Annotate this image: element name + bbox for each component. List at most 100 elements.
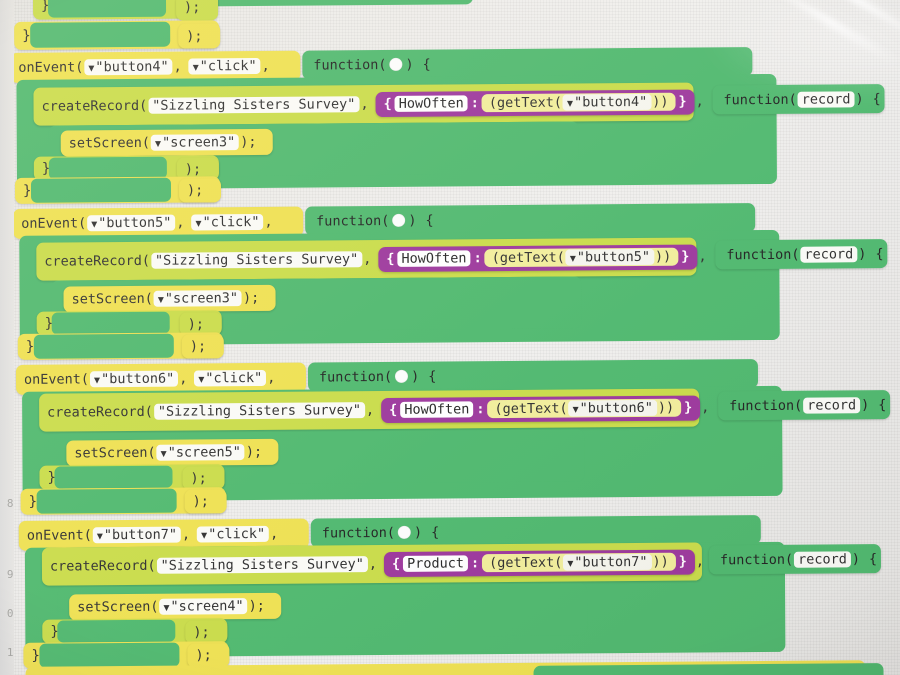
open-brace: {	[875, 245, 884, 262]
record-value-expression[interactable]: (getText( ▼"button4" ))	[481, 92, 676, 113]
onEvent-close-call-button7[interactable]: );	[187, 643, 230, 668]
onEvent-target-dropdown[interactable]: ▼"button5"	[87, 214, 176, 232]
close-call-text: );	[190, 469, 207, 487]
onEvent-event-dropdown[interactable]: ▼"click"	[194, 369, 267, 387]
top-partial-inner-slab[interactable]	[47, 0, 167, 18]
createRecord-row-button7[interactable]: createRecord( "Sizzling Sisters Survey" …	[41, 542, 704, 586]
record-object-button5[interactable]: { HowOften : (getText( ▼"button5" )) }	[378, 244, 698, 272]
getText-close-parens: ))	[654, 248, 672, 265]
onEvent-target-dropdown[interactable]: ▼"button6"	[89, 370, 179, 388]
record-object-button7[interactable]: { Product : (getText( ▼"button7" )) }	[383, 549, 695, 577]
onEvent-target-dropdown[interactable]: ▼"button7"	[92, 526, 182, 544]
onEvent-close-slab-button6[interactable]	[36, 488, 177, 514]
getText-arg-dropdown[interactable]: ▼"button5"	[565, 248, 655, 266]
callback-close-slab-button7[interactable]	[57, 619, 176, 643]
createRecord-row-button5[interactable]: createRecord( "Sizzling Sisters Survey" …	[36, 237, 707, 281]
record-object-button4[interactable]: { HowOften : (getText( ▼"button4" )) }	[375, 89, 695, 117]
record-value-expression[interactable]: (getText( ▼"button7" ))	[482, 552, 676, 573]
callback-param-record[interactable]: record	[800, 245, 858, 263]
onEvent-event-dropdown[interactable]: ▼"click"	[197, 525, 270, 543]
function-keyword: function(	[723, 91, 797, 108]
createRecord-row-button6[interactable]: createRecord( "Sizzling Sisters Survey" …	[39, 388, 709, 432]
createRecord-table-name[interactable]: "Sizzling Sisters Survey"	[148, 96, 360, 114]
setScreen-row-button5[interactable]: setScreen( ▼"screen3" );	[63, 284, 276, 313]
object-close-brace: }	[678, 93, 687, 110]
object-open-brace: {	[383, 95, 392, 112]
record-key[interactable]: Product	[403, 555, 469, 572]
close-call-text: );	[195, 647, 212, 664]
setScreen-target-dropdown[interactable]: ▼"screen4"	[159, 598, 248, 615]
setScreen-target-dropdown[interactable]: ▼"screen5"	[156, 444, 245, 461]
onEvent-keyword: onEvent(	[21, 215, 87, 232]
record-value-expression[interactable]: (getText( ▼"button5" ))	[484, 247, 679, 268]
object-open-brace: {	[389, 401, 398, 418]
top-partial-outer-slab[interactable]	[30, 21, 171, 48]
onEvent-close-slab-button7[interactable]	[39, 642, 180, 668]
setScreen-keyword: setScreen(	[77, 598, 159, 616]
createRecord-callback-slab-button6[interactable]: function( record ) {	[718, 390, 891, 421]
getText-arg-dropdown[interactable]: ▼"button7"	[563, 553, 652, 571]
callback-param-record[interactable]: record	[794, 550, 851, 568]
block-code-canvas[interactable]: } ); } ); onEvent( ▼"button4" , ▼"click"…	[0, 0, 900, 675]
getText-close-parens: ))	[652, 93, 669, 110]
record-key[interactable]: HowOften	[394, 95, 468, 112]
close-call-text: );	[186, 182, 204, 199]
onEvent-target-value: "button6"	[101, 370, 175, 388]
record-object-button6[interactable]: { HowOften : (getText( ▼"button6" )) }	[381, 395, 701, 423]
empty-param-slot-icon[interactable]	[389, 57, 403, 71]
callback-close-call-button7[interactable]: );	[185, 620, 228, 644]
onEvent-close-call-button6[interactable]: );	[184, 489, 227, 514]
getText-arg-value: "button5"	[576, 248, 651, 266]
setScreen-row-button4[interactable]: setScreen( ▼"screen3" );	[60, 128, 273, 157]
onEvent-event-dropdown[interactable]: ▼"click"	[188, 57, 261, 75]
setScreen-target-dropdown[interactable]: ▼"screen3"	[150, 134, 240, 151]
callback-param-record[interactable]: record	[803, 396, 861, 414]
onEvent-event-dropdown[interactable]: ▼"click"	[191, 213, 264, 231]
setScreen-screen-value: "screen3"	[162, 134, 236, 151]
onEvent-close-call-button4[interactable]: );	[178, 178, 222, 203]
function-close-paren: )	[411, 368, 420, 385]
callback-close-call-button6[interactable]: );	[182, 466, 225, 490]
createRecord-table-name[interactable]: "Sizzling Sisters Survey"	[150, 251, 363, 269]
callback-param-record[interactable]: record	[797, 90, 855, 108]
getText-close-parens: ))	[652, 553, 669, 570]
createRecord-table-name[interactable]: "Sizzling Sisters Survey"	[156, 556, 368, 574]
top-partial-outer-close-call[interactable]: );	[178, 23, 221, 49]
onEvent-close-slab-button4[interactable]	[30, 177, 172, 203]
onEvent-close-call-button5[interactable]: );	[181, 334, 224, 359]
createRecord-table-name[interactable]: "Sizzling Sisters Survey"	[153, 402, 366, 420]
getText-arg-dropdown[interactable]: ▼"button6"	[568, 399, 657, 417]
onEvent-target-dropdown[interactable]: ▼"button4"	[84, 58, 173, 76]
onEvent-keyword: onEvent(	[18, 59, 84, 76]
setScreen-keyword: setScreen(	[68, 134, 151, 152]
callback-close-slab-button5[interactable]	[51, 311, 170, 335]
statement-terminator: );	[242, 289, 260, 307]
getText-call: (getText(	[489, 554, 563, 572]
onEvent-target-value: "button7"	[103, 526, 178, 544]
record-key[interactable]: HowOften	[397, 250, 471, 267]
empty-param-slot-icon[interactable]	[395, 369, 409, 383]
setScreen-row-button6[interactable]: setScreen( ▼"screen5" );	[66, 438, 279, 467]
empty-param-slot-icon[interactable]	[392, 213, 406, 227]
comma: ,	[264, 213, 273, 230]
setScreen-target-dropdown[interactable]: ▼"screen3"	[153, 290, 243, 307]
open-brace: {	[868, 550, 878, 567]
record-key[interactable]: HowOften	[400, 401, 474, 418]
createRecord-callback-slab-button5[interactable]: function( record ) {	[715, 239, 888, 270]
top-partial-inner-close-call[interactable]: );	[175, 0, 219, 21]
createRecord-callback-slab-button4[interactable]: function( record ) {	[712, 84, 885, 115]
callback-close-paren: )	[855, 90, 864, 107]
createRecord-callback-slab-button7[interactable]: function( record ) {	[708, 544, 882, 575]
getText-arg-dropdown[interactable]: ▼"button4"	[562, 93, 652, 111]
onEvent-event-value: "click"	[208, 525, 266, 543]
empty-param-slot-icon[interactable]	[397, 525, 411, 539]
onEvent-close-slab-button5[interactable]	[33, 333, 174, 359]
next-function-slab-partial[interactable]	[533, 663, 884, 675]
function-keyword: function(	[313, 56, 387, 74]
onEvent-target-value: "button4"	[95, 58, 169, 76]
callback-close-slab-button6[interactable]	[54, 465, 173, 489]
object-open-brace: {	[391, 555, 401, 572]
record-value-expression[interactable]: (getText( ▼"button6" ))	[487, 398, 682, 419]
createRecord-row-button4[interactable]: createRecord( "Sizzling Sisters Survey" …	[33, 82, 704, 126]
setScreen-row-button7[interactable]: setScreen( ▼"screen4" );	[69, 592, 282, 621]
